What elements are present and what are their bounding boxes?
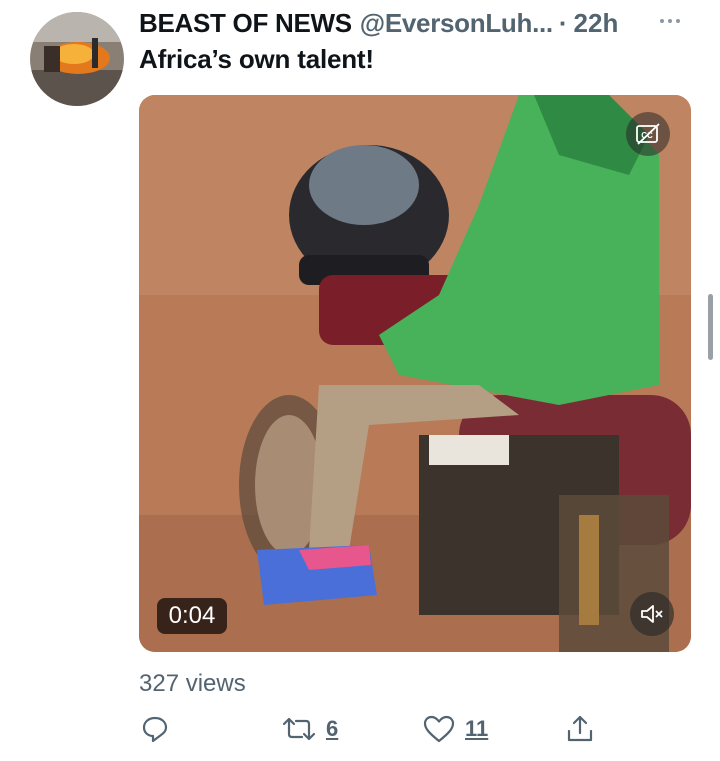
heart-icon bbox=[423, 715, 455, 743]
cc-icon: CC bbox=[636, 123, 660, 145]
retweet-button[interactable]: 6 bbox=[282, 712, 338, 746]
author-handle[interactable]: @EversonLuh... bbox=[360, 8, 553, 39]
like-count[interactable]: 11 bbox=[465, 716, 488, 742]
mute-button[interactable] bbox=[630, 592, 674, 636]
more-options-button[interactable] bbox=[660, 14, 690, 28]
avatar-image bbox=[30, 12, 124, 106]
scrollbar-thumb[interactable] bbox=[708, 294, 713, 360]
avatar[interactable] bbox=[30, 12, 124, 106]
video-frame bbox=[139, 95, 691, 652]
more-dot-icon bbox=[668, 19, 672, 23]
timestamp[interactable]: 22h bbox=[574, 8, 619, 39]
like-button[interactable]: 11 bbox=[423, 712, 488, 746]
tweet-text: Africa’s own talent! bbox=[139, 44, 374, 74]
reply-icon bbox=[142, 716, 168, 743]
video-duration: 0:04 bbox=[157, 598, 227, 634]
more-dot-icon bbox=[660, 19, 664, 23]
more-dot-icon bbox=[676, 19, 680, 23]
share-icon bbox=[567, 715, 593, 742]
captions-button[interactable]: CC bbox=[626, 112, 670, 156]
separator-dot: · bbox=[558, 8, 568, 38]
author-name[interactable]: BEAST OF NEWS bbox=[139, 8, 352, 39]
reply-button[interactable] bbox=[140, 712, 170, 746]
muted-speaker-icon bbox=[641, 605, 663, 623]
view-count: 327 views bbox=[139, 670, 246, 697]
retweet-icon bbox=[282, 717, 316, 741]
retweet-count[interactable]: 6 bbox=[326, 716, 338, 742]
tweet-header: BEAST OF NEWS @EversonLuh... · 22h bbox=[139, 8, 618, 40]
share-button[interactable] bbox=[565, 712, 595, 746]
video-player[interactable] bbox=[139, 95, 691, 652]
action-bar: 6 11 bbox=[0, 712, 720, 746]
